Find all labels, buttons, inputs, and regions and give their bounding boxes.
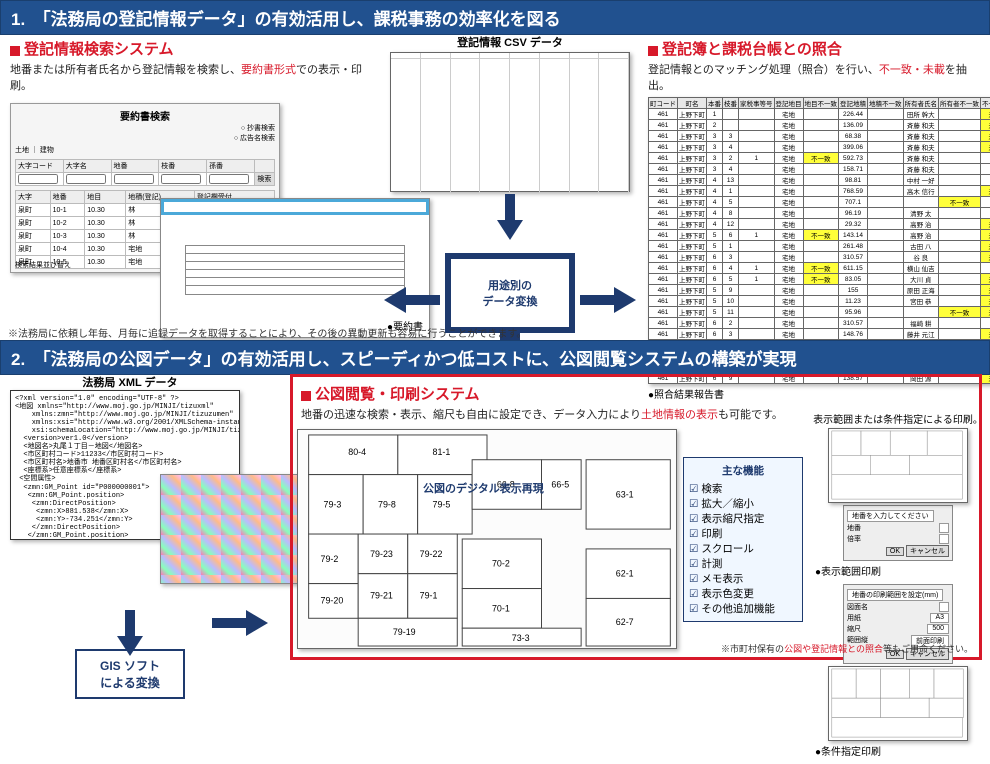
svg-text:63-1: 63-1	[616, 489, 634, 499]
panel-title: 要約書検索	[15, 108, 275, 123]
xml-title: 法務局 XML データ	[10, 374, 250, 390]
code-input[interactable]	[18, 174, 58, 184]
svg-text:79-3: 79-3	[324, 499, 342, 509]
arrow-left-icon	[380, 287, 440, 313]
svg-text:62-1: 62-1	[616, 569, 634, 579]
search-inputs[interactable]: 大字コード大字名地番枝番孫番 検索	[15, 159, 275, 186]
svg-text:79-20: 79-20	[321, 595, 344, 605]
digital-label: 公図のデジタル表示再現	[423, 480, 544, 496]
svg-text:66-5: 66-5	[551, 479, 569, 489]
sort-label: 検索結果並び替え	[15, 260, 71, 270]
feature-item: 計測	[689, 556, 797, 571]
map-title: 公図閲覧・印刷システム	[301, 383, 971, 404]
feature-item: 印刷	[689, 526, 797, 541]
map-system-panel: 公図閲覧・印刷システム 地番の迅速な検索・表示、縮尺も自由に設定でき、データ入力…	[290, 374, 982, 660]
arrow-down-icon	[497, 194, 523, 244]
section1-bar: 1. 「法務局の登記情報データ」の有効活用し、課税事務の効率化を図る	[0, 0, 990, 35]
print-label-2: ●条件指定印刷	[815, 743, 983, 758]
print-desc: 表示範囲または条件指定による印刷。	[813, 411, 983, 426]
arrow-right-icon	[212, 610, 272, 636]
feature-item: 表示縮尺指定	[689, 511, 797, 526]
cancel-button[interactable]: キャンセル	[906, 545, 949, 557]
svg-text:62-7: 62-7	[616, 617, 634, 627]
section1-note: ※法務局に依頼し年毎、月毎に追録データを取得することにより、その後の異動更新も容…	[8, 325, 526, 340]
feature-item: 拡大／縮小	[689, 496, 797, 511]
print-preview-2	[828, 666, 968, 741]
cadastral-map[interactable]: 80-4 81-1 79-3 79-8 79-5 66-8 66-5 63-1 …	[297, 429, 677, 649]
svg-text:81-1: 81-1	[433, 447, 451, 457]
right-desc: 登記情報とのマッチング処理（照合）を行い、不一致・未載を抽出。	[648, 61, 983, 93]
print-label-1: ●表示範囲印刷	[815, 563, 983, 578]
svg-text:70-1: 70-1	[492, 603, 510, 613]
arrow-right-icon	[580, 287, 640, 313]
search-button[interactable]: 検索	[254, 173, 274, 186]
section2-bar: 2. 「法務局の公図データ」の有効活用し、スピーディかつ低コストに、公図閲覧シス…	[0, 340, 990, 375]
svg-text:73-3: 73-3	[512, 633, 530, 643]
feature-item: メモ表示	[689, 571, 797, 586]
print-dialog-1[interactable]: 地番を入力してください 地番 倍率 OKキャンセル	[843, 505, 953, 561]
features-box: 主な機能 検索拡大／縮小表示縮尺指定印刷スクロール計測メモ表示表示色変更その他追…	[683, 457, 803, 622]
ok-button[interactable]: OK	[886, 547, 904, 556]
right-title: 登記簿と課税台帳との照合	[648, 38, 983, 59]
feature-item: 表示色変更	[689, 586, 797, 601]
left-desc: 地番または所有者氏名から登記情報を検索し、要約書形式での表示・印刷。	[10, 61, 375, 93]
svg-text:79-21: 79-21	[370, 590, 393, 600]
arrow-down-icon	[117, 610, 143, 640]
csv-table	[390, 52, 630, 192]
svg-text:79-5: 79-5	[433, 499, 451, 509]
feature-item: スクロール	[689, 541, 797, 556]
print-preview-1	[828, 428, 968, 503]
csv-title: 登記情報 CSV データ	[380, 34, 640, 50]
footnote: ※市町村保有の公図や登記情報との照合等もご用命ください。	[721, 642, 973, 655]
svg-text:79-8: 79-8	[378, 499, 396, 509]
svg-text:79-2: 79-2	[321, 554, 339, 564]
feature-item: その他追加機能	[689, 601, 797, 616]
svg-text:79-1: 79-1	[420, 590, 438, 600]
svg-text:79-19: 79-19	[393, 627, 416, 637]
svg-text:70-2: 70-2	[492, 559, 510, 569]
svg-text:79-23: 79-23	[370, 549, 393, 559]
svg-text:79-22: 79-22	[420, 549, 443, 559]
left-title: 登記情報検索システム	[10, 38, 375, 59]
svg-text:80-4: 80-4	[348, 447, 366, 457]
feature-item: 検索	[689, 481, 797, 496]
